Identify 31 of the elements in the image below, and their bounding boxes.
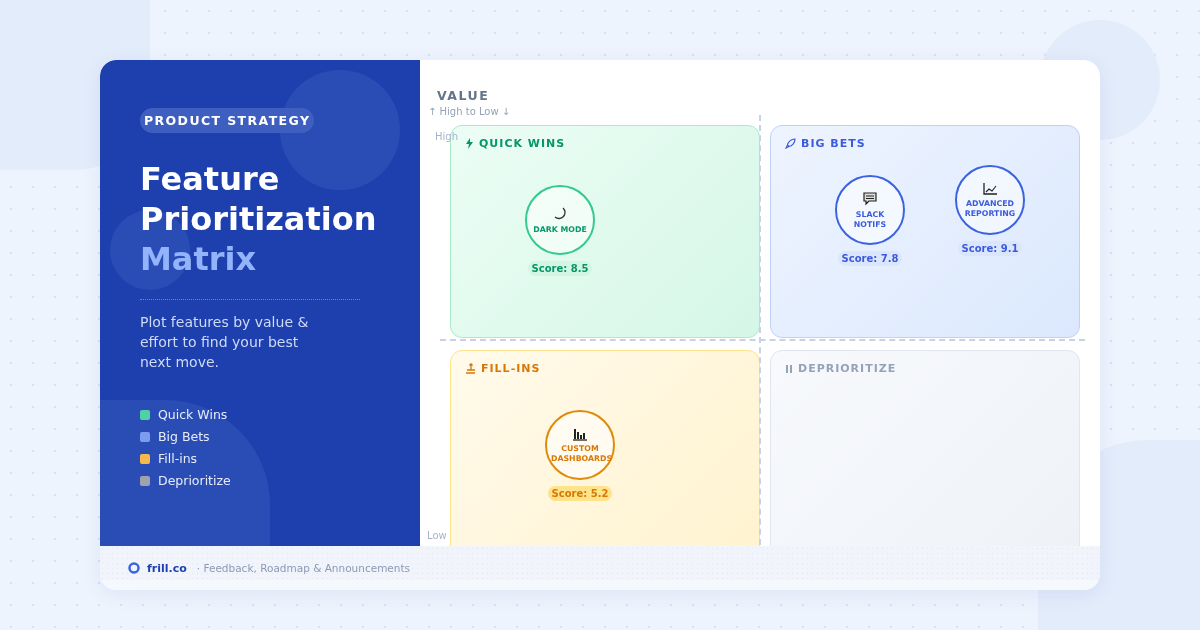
title-line: Feature [140, 159, 280, 199]
axis-title: VALUE [437, 88, 490, 103]
axis-subtitle: ↑ High to Low ↓ [428, 106, 511, 117]
score-badge: Score: 8.5 [527, 261, 593, 276]
score-badge: Score: 7.8 [837, 251, 903, 266]
score-badge: Score: 9.1 [957, 241, 1023, 256]
line-chart-icon [982, 181, 998, 196]
quadrant-title: DEPRIORITIZE [798, 362, 897, 375]
title-line: Prioritization [140, 199, 377, 239]
pause-icon [785, 363, 793, 374]
ring-logo-icon [128, 562, 140, 574]
description: Plot features by value & effort to find your best next move. [140, 313, 310, 372]
quadrant-title: FILL-INS [481, 362, 541, 375]
legend-label: Fill-ins [158, 450, 198, 468]
footer-tagline: · Feedback, Roadmap & Announcements [196, 562, 411, 574]
legend-label: Deprioritize [158, 472, 231, 490]
legend-label: Big Bets [158, 428, 210, 446]
category-badge: PRODUCT STRATEGY [140, 108, 315, 133]
legend-label: Quick Wins [158, 406, 228, 424]
lightning-icon [465, 138, 474, 149]
quadrant-title: QUICK WINS [479, 137, 566, 150]
axis-label: High [435, 131, 458, 142]
title-line: Matrix [140, 239, 257, 279]
moon-icon [552, 205, 568, 222]
quadrant-title: BIG BETS [801, 137, 866, 150]
score-badge: Score: 5.2 [547, 486, 613, 501]
bar-chart-icon [572, 426, 588, 441]
axis-label: Low [427, 530, 447, 541]
brand-name: frill.co [147, 561, 187, 575]
speech-bubble-icon [862, 190, 878, 207]
person-icon [465, 363, 476, 374]
